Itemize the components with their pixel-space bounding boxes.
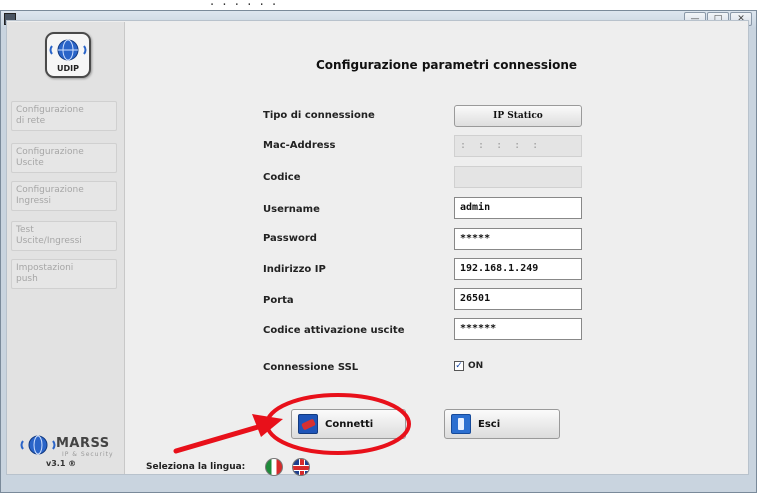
username-label: Username <box>263 204 320 215</box>
uk-flag-icon[interactable] <box>292 458 310 476</box>
exit-door-icon <box>451 414 471 434</box>
marss-globe-icon <box>20 435 56 455</box>
udip-logo: UDIP <box>45 32 91 78</box>
exit-button[interactable]: Esci <box>444 409 560 439</box>
connect-button-label: Connetti <box>325 418 374 430</box>
sidebar-item-push-settings[interactable]: Impostazioni push <box>11 259 117 289</box>
mac-address-label: Mac-Address <box>263 140 336 151</box>
udip-globe-icon <box>49 39 87 61</box>
port-label: Porta <box>263 295 294 306</box>
ssl-label: Connessione SSL <box>263 362 359 373</box>
port-field[interactable]: 26501 <box>454 288 582 310</box>
ssl-checkbox[interactable]: ✓ <box>454 361 464 371</box>
sidebar-item-test-io[interactable]: Test Uscite/Ingressi <box>11 221 117 251</box>
sidebar-item-label: Test <box>16 225 34 235</box>
sidebar-item-label: Uscite/Ingressi <box>16 236 82 246</box>
connection-type-button[interactable]: IP Statico <box>454 105 582 127</box>
exit-button-label: Esci <box>478 418 501 430</box>
connect-icon <box>298 414 318 434</box>
version-label: v3.1 ® <box>46 459 77 468</box>
sidebar-item-label: Configurazione <box>16 185 84 195</box>
mac-address-field: : : : : : <box>454 135 582 157</box>
activation-code-field[interactable]: ****** <box>454 318 582 340</box>
username-field[interactable]: admin <box>454 197 582 219</box>
italian-flag-icon[interactable] <box>265 458 283 476</box>
sidebar-item-inputs-config[interactable]: Configurazione Ingressi <box>11 181 117 211</box>
ssl-state-label: ON <box>468 361 484 371</box>
marss-logo: MARSS IP & Security v3.1 ® <box>18 430 114 470</box>
page-title: Configurazione parametri connessione <box>316 58 578 72</box>
sidebar-item-label: Ingressi <box>16 196 51 206</box>
clipped-caption-text: . . . . . . <box>210 0 277 9</box>
udip-logo-text: UDIP <box>57 64 79 73</box>
password-field[interactable]: ***** <box>454 228 582 250</box>
code-field <box>454 166 582 188</box>
marss-tagline: IP & Security <box>62 451 114 458</box>
marss-brand-name: MARSS <box>56 436 110 451</box>
ip-address-label: Indirizzo IP <box>263 264 326 275</box>
sidebar-item-label: Configurazione <box>16 105 84 115</box>
sidebar-item-label: di rete <box>16 116 46 126</box>
ssl-toggle[interactable]: ✓ ON <box>454 361 483 371</box>
sidebar-item-label: Configurazione <box>16 147 84 157</box>
sidebar-item-network-config[interactable]: Configurazione di rete <box>11 101 117 131</box>
sidebar-item-outputs-config[interactable]: Configurazione Uscite <box>11 143 117 173</box>
code-label: Codice <box>263 172 301 183</box>
sidebar: UDIP Configurazione di rete Configurazio… <box>7 22 125 474</box>
connect-button[interactable]: Connetti <box>291 409 406 439</box>
activation-code-label: Codice attivazione uscite <box>263 325 405 336</box>
language-label: Seleziona la lingua: <box>146 462 246 472</box>
connection-type-label: Tipo di connessione <box>263 110 375 121</box>
sidebar-item-label: Uscite <box>16 158 44 168</box>
ip-address-field[interactable]: 192.168.1.249 <box>454 258 582 280</box>
sidebar-item-label: push <box>16 274 38 284</box>
password-label: Password <box>263 233 317 244</box>
sidebar-item-label: Impostazioni <box>16 263 74 273</box>
